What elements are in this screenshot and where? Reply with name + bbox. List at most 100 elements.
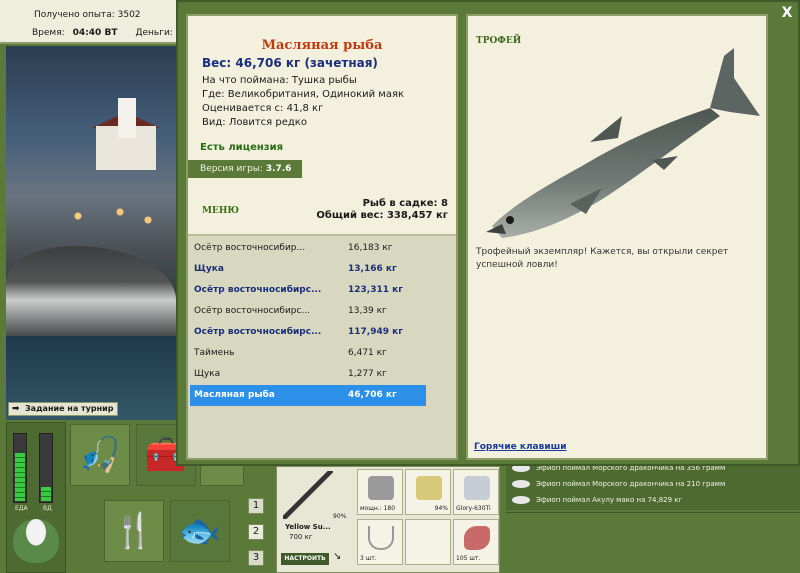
menu-button[interactable]: МЕНЮ	[202, 206, 239, 216]
keepnet-fish-name: Масляная рыба	[194, 390, 275, 400]
food-label: ЕДА	[15, 505, 28, 512]
keepnet-row[interactable]: Осётр восточносибир... 16,183 кг	[190, 238, 426, 259]
keepnet-row[interactable]: Осётр восточносибирс... 123,311 кг	[190, 280, 426, 301]
bait-count: 105 шт.	[456, 555, 481, 562]
time-value: 04:40 ВТ	[72, 28, 118, 38]
rod-condition: 90%	[333, 513, 347, 520]
water-label: ВД	[43, 505, 52, 512]
catch-feed: Эфиоп поймал Морского дракончика на 356 …	[506, 462, 800, 510]
catch-feed-line: Эфиоп поймал Морского дракончика на 210 …	[512, 480, 725, 488]
cooking-pot-icon[interactable]	[13, 519, 59, 563]
keepnet-list-area: Осётр восточносибир... 16,183 кг Щука 13,16…	[188, 234, 456, 458]
fish-name: Масляная рыба	[261, 38, 383, 53]
keepnet-row[interactable]: Щука 1,277 кг	[190, 364, 426, 385]
keepnet-row[interactable]: Осётр восточносибирс... 117,949 кг	[190, 322, 426, 343]
page-button-3[interactable]: 3	[248, 550, 264, 566]
keepnet-fish-name: Осётр восточносибирс...	[194, 285, 322, 295]
fish-icon: 🐟	[178, 511, 222, 551]
snowy-rocks	[6, 246, 176, 336]
fish-button[interactable]: 🐟	[170, 500, 230, 562]
keepnet-row[interactable]: Осётр восточносибирс... 13,39 кг	[190, 301, 426, 322]
reel-icon	[368, 476, 394, 500]
game-version: Версия игры: 3.7.6	[188, 160, 302, 178]
keepnet-fish-weight: 123,311 кг	[348, 285, 403, 295]
chat-area[interactable]	[506, 512, 800, 573]
experience-label: Получено опыта:	[34, 10, 115, 20]
keepnet-fish-weight: 1,277 кг	[348, 369, 387, 379]
water-meter	[39, 433, 53, 503]
keepnet-fish-name: Щука	[194, 264, 224, 274]
line-slot[interactable]: 94%	[405, 469, 451, 515]
game-version-value: 3.7.6	[265, 164, 292, 174]
empty-slot[interactable]	[405, 519, 451, 565]
keepnet-row[interactable]: Масляная рыба 46,706 кг	[190, 385, 426, 406]
rod-weight: 700 кг	[289, 533, 313, 541]
arrow-right-icon: ➡	[12, 404, 20, 414]
keepnet-total: Общий вес: 338,457 кг	[316, 210, 448, 221]
evaluation-threshold: Оценивается с: 41,8 кг	[202, 103, 324, 114]
keepnet-fish-name: Осётр восточносибирс...	[194, 327, 322, 337]
lure-pack-slot[interactable]: Glory-630Ti	[453, 469, 499, 515]
keepnet-fish-name: Осётр восточносибирс...	[194, 306, 311, 316]
trophy-title: ТРОФЕЙ	[476, 36, 522, 46]
setup-button[interactable]: НАСТРОИТЬ	[281, 553, 329, 565]
hotkeys-link[interactable]: Горячие клавиши	[474, 442, 567, 452]
catch-location: Где: Великобритания, Одинокий маяк	[202, 89, 405, 100]
food-meter-fill	[15, 453, 25, 501]
line-condition: 94%	[434, 505, 448, 512]
hook-icon	[368, 526, 394, 550]
line-spool-icon	[416, 476, 442, 500]
fish-info-panel: Масляная рыба Вес: 46,706 кг (зачетная) …	[186, 14, 458, 460]
game-version-label: Версия игры:	[200, 164, 263, 174]
fish-icon	[512, 480, 530, 488]
tournament-task-button[interactable]: ➡ Задание на турнир	[8, 402, 118, 416]
fish-icon	[512, 496, 530, 504]
page-button-2[interactable]: 2	[248, 524, 264, 540]
rod-tab-button[interactable]: 🎣	[70, 424, 130, 486]
reel-slot[interactable]: мощн.: 180	[357, 469, 403, 515]
shore-lights	[36, 196, 176, 236]
license-status: Есть лицензия	[200, 142, 284, 153]
package-icon	[464, 476, 490, 500]
fishing-location-scene[interactable]	[6, 46, 176, 420]
keepnet-fish-weight: 16,183 кг	[348, 243, 393, 253]
food-meter	[13, 433, 27, 503]
fish-kind: Вид: Ловится редко	[202, 117, 307, 128]
fish-bait-icon	[464, 526, 490, 550]
catch-feed-text: Эфиоп поймал Акулу мако на 74,829 кг	[536, 496, 683, 504]
caught-on: На что поймана: Тушка рыбы	[202, 75, 357, 86]
keepnet-row[interactable]: Щука 13,166 кг	[190, 259, 426, 280]
keepnet-fish-weight: 13,166 кг	[348, 264, 397, 274]
catch-feed-line: Эфиоп поймал Акулу мако на 74,829 кг	[512, 496, 682, 504]
page-button-1[interactable]: 1	[248, 498, 264, 514]
tournament-task-label: Задание на турнир	[25, 404, 114, 413]
bait-slot[interactable]: 105 шт.	[453, 519, 499, 565]
food-button[interactable]: 🍴	[104, 500, 164, 562]
arrow-down-right-icon: ↘	[333, 551, 342, 562]
fork-knife-icon: 🍴	[112, 511, 156, 551]
keepnet-fish-weight: 13,39 кг	[348, 306, 387, 316]
keepnet-fish-weight: 117,949 кг	[348, 327, 403, 337]
keepnet-fish-name: Осётр восточносибир...	[194, 243, 306, 253]
close-icon[interactable]: X	[778, 4, 796, 22]
player-status-panel: ЕДА ВД	[6, 422, 66, 573]
fishing-rod-icon: 🎣	[78, 435, 122, 475]
rod-image[interactable]	[283, 471, 333, 519]
hook-slot[interactable]: 3 шт.	[357, 519, 403, 565]
time-label: Время:	[32, 28, 65, 38]
keepnet-fish-weight: 46,706 кг	[348, 390, 397, 400]
trophy-panel: ТРОФЕЙ Трофейный экземпляр! Кажется, вы …	[466, 14, 768, 460]
keepnet-fish-weight: 6,471 кг	[348, 348, 387, 358]
lure-pack-name: Glory-630Ti	[456, 505, 491, 512]
experience-readout: Получено опыта: 3502	[34, 10, 141, 20]
fish-image	[486, 48, 760, 238]
keepnet-row[interactable]: Таймень 6,471 кг	[190, 343, 426, 364]
keepnet-summary: Рыб в садке: 8 Общий вес: 338,457 кг	[316, 198, 448, 222]
lighthouse-tower	[118, 98, 136, 138]
reel-power: мощн.: 180	[360, 505, 396, 512]
keepnet-list: Осётр восточносибир... 16,183 кг Щука 13,16…	[190, 238, 426, 406]
water-meter-fill	[41, 487, 51, 501]
rod-name: Yellow Su...	[285, 523, 331, 531]
money-label: Деньги:	[135, 28, 173, 38]
tackle-panel: 90% Yellow Su... 700 кг НАСТРОИТЬ ↘ мощн…	[276, 466, 500, 573]
